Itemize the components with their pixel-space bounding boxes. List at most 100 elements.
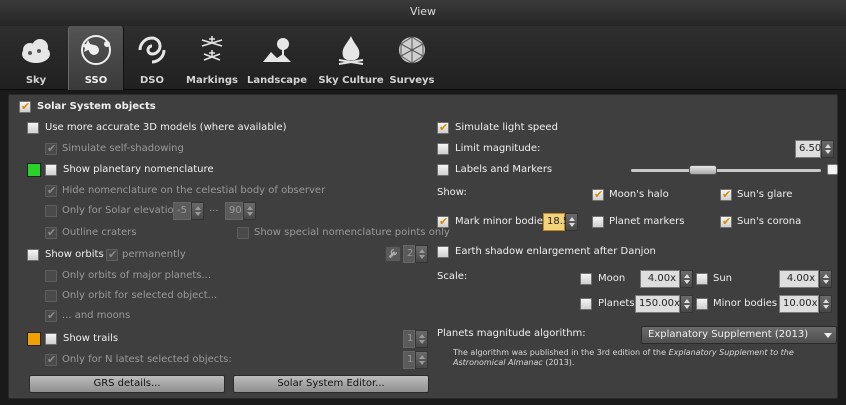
show-planetary-nomenclature-row[interactable]: Show planetary nomenclature <box>27 162 427 178</box>
minor-bodies-scale-row[interactable]: Minor bodies <box>696 296 786 312</box>
simulate-light-speed-row[interactable]: Simulate light speed <box>437 120 737 136</box>
planets-scale-spinbox[interactable]: 150.00x <box>635 295 693 313</box>
n-latest-stepper[interactable] <box>415 351 428 369</box>
moon-scale-row[interactable]: Moon <box>580 271 640 287</box>
show-special-points-row[interactable]: Show special nomenclature points only <box>237 225 450 241</box>
orbit-width-stepper[interactable] <box>415 245 428 263</box>
planets-scale-stepper[interactable] <box>680 295 693 313</box>
only-orbit-selected-row[interactable]: Only orbit for selected object... <box>45 288 305 304</box>
labels-and-markers-checkbox[interactable] <box>437 164 449 176</box>
and-moons-row[interactable]: ... and moons <box>45 308 245 324</box>
tab-dso[interactable]: DSO <box>128 26 176 90</box>
solar-system-editor-button[interactable]: Solar System Editor... <box>233 375 429 393</box>
only-n-latest-checkbox[interactable] <box>45 352 57 368</box>
elevation-min-value[interactable]: -5 <box>173 202 191 220</box>
only-for-solar-elevation-checkbox[interactable] <box>45 205 57 217</box>
labels-and-markers-row[interactable]: Labels and Markers <box>437 162 637 178</box>
only-orbits-major-row[interactable]: Only orbits of major planets... <box>45 268 305 284</box>
and-moons-checkbox[interactable] <box>45 308 57 324</box>
mark-minor-bodies-row[interactable]: Mark minor bodies <box>437 214 557 230</box>
trails-color-swatch[interactable] <box>27 332 41 346</box>
planets-magnitude-algorithm-select[interactable]: Explanatory Supplement (2013) <box>641 326 837 344</box>
trails-width-value[interactable]: 1 <box>403 330 415 348</box>
elevation-min-spinbox[interactable]: -5 <box>173 202 204 220</box>
sun-scale-value[interactable]: 4.00x <box>779 270 819 288</box>
suns-corona-checkbox[interactable] <box>720 214 732 230</box>
simulate-light-speed-checkbox[interactable] <box>437 120 449 136</box>
solar-system-objects-checkbox[interactable] <box>19 99 31 115</box>
use-3d-models-checkbox[interactable] <box>27 122 39 134</box>
sun-scale-spinbox[interactable]: 4.00x <box>779 270 832 288</box>
planet-markers-checkbox[interactable] <box>592 216 604 228</box>
minor-bodies-magnitude-spinbox[interactable]: 18.5 <box>543 213 578 231</box>
solar-system-objects-row[interactable]: Solar System objects <box>19 99 419 115</box>
orbit-color-tool-button[interactable] <box>385 246 401 262</box>
only-n-latest-row[interactable]: Only for N latest selected objects: <box>45 352 345 368</box>
limit-magnitude-stepper[interactable] <box>821 140 834 158</box>
simulate-self-shadowing-checkbox[interactable] <box>45 141 57 157</box>
suns-glare-row[interactable]: Sun's glare <box>720 187 830 203</box>
n-latest-value[interactable]: 1 <box>403 351 415 369</box>
trails-width-spinbox[interactable]: 1 <box>403 330 428 348</box>
show-special-points-checkbox[interactable] <box>237 227 249 239</box>
sun-scale-stepper[interactable] <box>819 270 832 288</box>
show-orbits-checkbox[interactable] <box>27 249 39 261</box>
planets-scale-checkbox[interactable] <box>580 298 592 310</box>
permanently-checkbox[interactable] <box>106 247 118 263</box>
moon-scale-spinbox[interactable]: 4.00x <box>640 270 693 288</box>
tab-markings[interactable]: Markings <box>182 26 242 90</box>
labels-amount-slider-track[interactable] <box>631 169 821 172</box>
minor-bodies-scale-value[interactable]: 10.00x <box>779 295 819 313</box>
limit-magnitude-spinbox[interactable]: 6.50 <box>795 140 834 158</box>
suns-corona-row[interactable]: Sun's corona <box>720 214 830 230</box>
trails-width-stepper[interactable] <box>415 330 428 348</box>
labels-amount-slider-handle[interactable] <box>689 165 718 175</box>
minor-bodies-magnitude-stepper[interactable] <box>565 213 578 231</box>
tab-sky-culture[interactable]: Sky Culture <box>316 26 386 90</box>
tab-sso[interactable]: SSO <box>68 26 124 90</box>
use-3d-models-row[interactable]: Use more accurate 3D models (where avail… <box>27 120 427 136</box>
elevation-max-value[interactable]: 90 <box>225 202 243 220</box>
minor-bodies-scale-stepper[interactable] <box>819 295 832 313</box>
moon-scale-value[interactable]: 4.00x <box>640 270 680 288</box>
suns-glare-checkbox[interactable] <box>720 187 732 203</box>
grs-details-button[interactable]: GRS details... <box>29 375 225 393</box>
nomenclature-color-swatch[interactable] <box>27 163 41 177</box>
planet-markers-row[interactable]: Planet markers <box>592 214 712 230</box>
show-trails-row[interactable]: Show trails <box>27 331 227 347</box>
sun-scale-row[interactable]: Sun <box>696 271 756 287</box>
limit-magnitude-value[interactable]: 6.50 <box>795 140 821 158</box>
earth-shadow-row[interactable]: Earth shadow enlargement after Danjon <box>437 244 737 260</box>
planets-scale-value[interactable]: 150.00x <box>635 295 680 313</box>
hide-nomenclature-row[interactable]: Hide nomenclature on the celestial body … <box>45 183 425 199</box>
show-planetary-nomenclature-checkbox[interactable] <box>45 164 57 176</box>
earth-shadow-checkbox[interactable] <box>437 246 449 258</box>
orbit-width-spinbox[interactable]: 2 <box>403 245 428 263</box>
tab-landscape[interactable]: Landscape <box>244 26 310 90</box>
planets-scale-row[interactable]: Planets <box>580 296 640 312</box>
minor-bodies-scale-spinbox[interactable]: 10.00x <box>779 295 832 313</box>
tab-sky[interactable]: Sky <box>8 26 64 90</box>
mark-minor-bodies-checkbox[interactable] <box>437 214 449 230</box>
moons-halo-row[interactable]: Moon's halo <box>592 187 712 203</box>
elevation-max-spinbox[interactable]: 90 <box>225 202 256 220</box>
outline-craters-checkbox[interactable] <box>45 225 57 241</box>
limit-magnitude-checkbox[interactable] <box>437 143 449 155</box>
show-orbits-row[interactable]: Show orbits permanently <box>27 247 287 263</box>
limit-magnitude-row[interactable]: Limit magnitude: <box>437 141 637 157</box>
tab-surveys[interactable]: Surveys <box>388 26 436 90</box>
simulate-self-shadowing-row[interactable]: Simulate self-shadowing <box>45 141 345 157</box>
hide-nomenclature-checkbox[interactable] <box>45 183 57 199</box>
sun-scale-checkbox[interactable] <box>696 273 708 285</box>
outline-craters-row[interactable]: Outline craters <box>45 225 225 241</box>
n-latest-spinbox[interactable]: 1 <box>403 351 428 369</box>
orbit-width-value[interactable]: 2 <box>403 245 415 263</box>
moon-scale-checkbox[interactable] <box>580 273 592 285</box>
elevation-max-stepper[interactable] <box>243 202 256 220</box>
minor-bodies-scale-checkbox[interactable] <box>696 298 708 310</box>
only-orbits-major-checkbox[interactable] <box>45 270 57 282</box>
only-orbit-selected-checkbox[interactable] <box>45 290 57 302</box>
moons-halo-checkbox[interactable] <box>592 187 604 203</box>
moon-scale-stepper[interactable] <box>680 270 693 288</box>
elevation-min-stepper[interactable] <box>191 202 204 220</box>
